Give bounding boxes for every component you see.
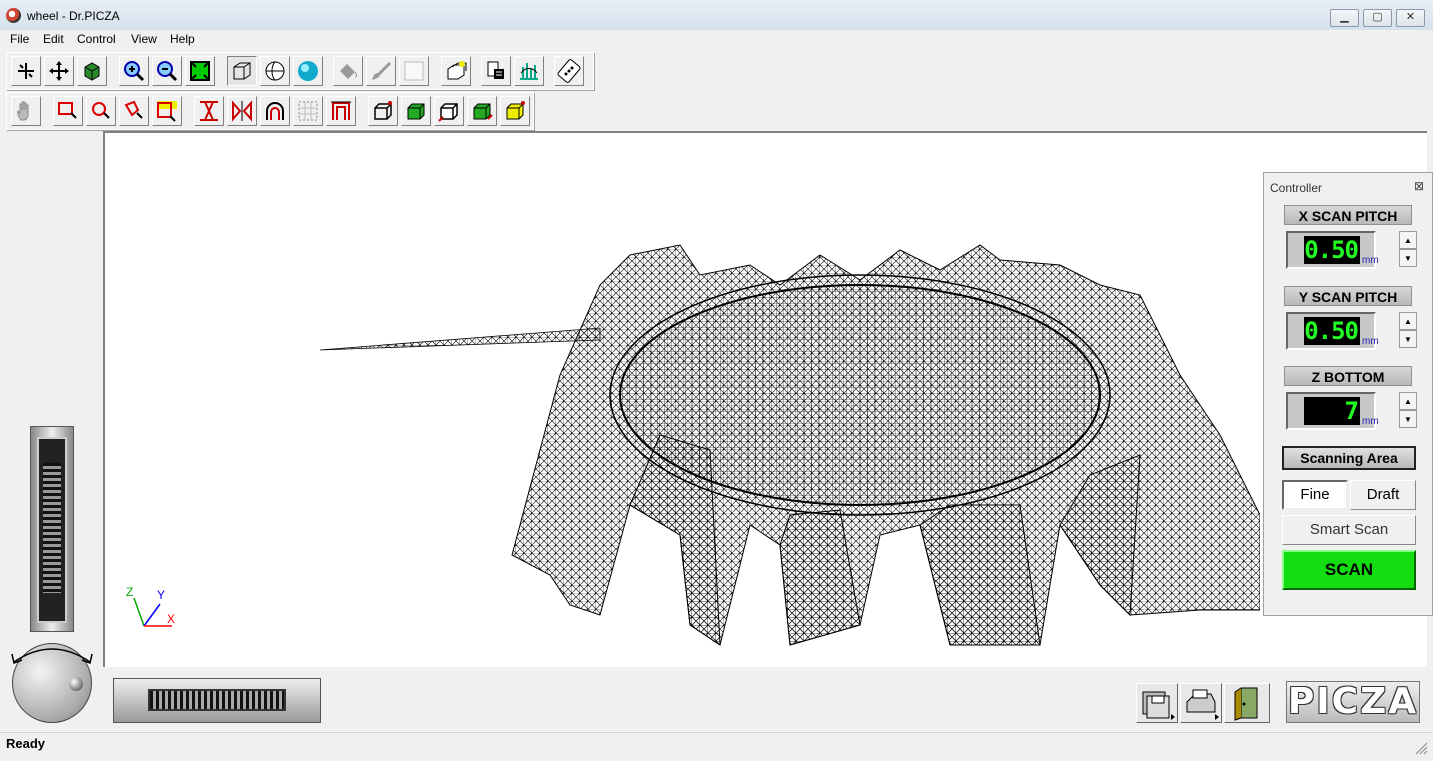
select-rect-icon[interactable] <box>53 96 83 126</box>
brush-icon[interactable] <box>366 56 396 86</box>
scanning-area-button[interactable]: Scanning Area <box>1282 446 1416 470</box>
vertical-jog-slider[interactable] <box>30 426 74 632</box>
remote-control-icon[interactable] <box>554 56 584 86</box>
layers-icon[interactable] <box>441 56 471 86</box>
arch-icon[interactable] <box>260 96 290 126</box>
z-bottom-up-icon[interactable]: ▲ <box>1399 392 1417 410</box>
status-bar: Ready <box>0 732 1433 761</box>
menu-bar: File Edit Control View Help <box>0 30 1433 50</box>
box-view-3-icon[interactable] <box>434 96 464 126</box>
y-pitch-up-icon[interactable]: ▲ <box>1399 312 1417 330</box>
menu-control[interactable]: Control <box>77 32 116 46</box>
menu-view[interactable]: View <box>131 32 157 46</box>
axis-y-label: Y <box>157 588 166 602</box>
x-scan-pitch-display: 0.50 mm <box>1286 231 1379 269</box>
y-scan-pitch-unit: mm <box>1362 336 1379 347</box>
x-scan-pitch-value: 0.50 <box>1304 236 1360 264</box>
status-text: Ready <box>6 736 46 751</box>
select-all-icon[interactable] <box>152 96 182 126</box>
z-bottom-value: 7 <box>1304 397 1360 425</box>
controller-title: Controller <box>1270 181 1323 195</box>
select-polygon-icon[interactable] <box>119 96 149 126</box>
save-icon[interactable] <box>1136 683 1178 723</box>
mirror-icon[interactable] <box>227 96 257 126</box>
y-scan-pitch-display: 0.50 mm <box>1286 312 1379 350</box>
edit-toolbar <box>6 92 534 130</box>
z-bottom-display: 7 mm <box>1286 392 1379 430</box>
y-scan-pitch-label: Y SCAN PITCH <box>1284 286 1412 306</box>
y-pitch-down-icon[interactable]: ▼ <box>1399 330 1417 348</box>
controller-close-button[interactable]: ⊠ <box>1414 179 1424 193</box>
close-button[interactable]: ✕ <box>1396 9 1425 27</box>
x-pitch-up-icon[interactable]: ▲ <box>1399 231 1417 249</box>
rotate-tool-icon[interactable] <box>11 56 41 86</box>
app-icon[interactable] <box>6 8 21 23</box>
hand-tool-icon[interactable] <box>11 96 41 126</box>
fit-view-icon[interactable] <box>185 56 215 86</box>
rotation-arrows-icon <box>11 648 93 665</box>
maximize-button[interactable]: ▢ <box>1363 9 1392 27</box>
main-toolbar <box>6 52 594 90</box>
print-icon[interactable] <box>1180 683 1222 723</box>
resize-grip-icon[interactable] <box>1414 741 1428 755</box>
sphere-wire-icon[interactable] <box>260 56 290 86</box>
frame-icon[interactable] <box>326 96 356 126</box>
zoom-in-icon[interactable] <box>119 56 149 86</box>
exit-door-icon[interactable] <box>1224 683 1270 723</box>
shaded-view-icon[interactable] <box>293 56 323 86</box>
y-scan-pitch-value: 0.50 <box>1304 317 1360 345</box>
smart-scan-button[interactable]: Smart Scan <box>1282 515 1416 545</box>
z-bottom-spinner: ▲ ▼ <box>1399 392 1417 430</box>
paint-bucket-icon[interactable] <box>333 56 363 86</box>
menu-file[interactable]: File <box>10 32 29 46</box>
z-bottom-down-icon[interactable]: ▼ <box>1399 410 1417 428</box>
x-scan-pitch-unit: mm <box>1362 255 1379 266</box>
title-bar: wheel - Dr.PICZA ▁ ▢ ✕ <box>0 0 1433 31</box>
y-scan-pitch-spinner: ▲ ▼ <box>1399 312 1417 350</box>
scan-button[interactable]: SCAN <box>1282 550 1416 590</box>
export-icon[interactable] <box>481 56 511 86</box>
box-view-4-icon[interactable] <box>467 96 497 126</box>
grid-icon[interactable] <box>293 96 323 126</box>
select-circle-icon[interactable] <box>86 96 116 126</box>
menu-help[interactable]: Help <box>170 32 195 46</box>
menu-edit[interactable]: Edit <box>43 32 64 46</box>
blank-tool-icon[interactable] <box>399 56 429 86</box>
axis-x-label: X <box>167 612 176 626</box>
trim-icon[interactable] <box>194 96 224 126</box>
zoom-out-icon[interactable] <box>152 56 182 86</box>
move-tool-icon[interactable] <box>44 56 74 86</box>
controller-panel: Controller ⊠ X SCAN PITCH 0.50 mm ▲ ▼ Y … <box>1263 172 1433 616</box>
draft-button[interactable]: Draft <box>1350 480 1416 510</box>
z-bottom-label: Z BOTTOM <box>1284 366 1412 386</box>
z-bottom-unit: mm <box>1362 416 1379 427</box>
x-scan-pitch-spinner: ▲ ▼ <box>1399 231 1417 269</box>
fine-button[interactable]: Fine <box>1282 480 1348 510</box>
box-view-2-icon[interactable] <box>401 96 431 126</box>
x-scan-pitch-label: X SCAN PITCH <box>1284 205 1412 225</box>
wireframe-view-icon[interactable] <box>227 56 257 86</box>
minimize-button[interactable]: ▁ <box>1330 9 1359 27</box>
box-view-1-icon[interactable] <box>368 96 398 126</box>
horizontal-jog-slider[interactable] <box>113 678 321 723</box>
picza-logo: PICZA <box>1286 681 1420 723</box>
window-title: wheel - Dr.PICZA <box>27 9 120 23</box>
axis-z-label: Z <box>126 585 134 599</box>
wheel-wireframe-mesh[interactable] <box>300 225 1260 655</box>
scan-data-icon[interactable] <box>514 56 544 86</box>
cube-view-icon[interactable] <box>77 56 107 86</box>
x-pitch-down-icon[interactable]: ▼ <box>1399 249 1417 267</box>
box-view-5-icon[interactable] <box>500 96 530 126</box>
